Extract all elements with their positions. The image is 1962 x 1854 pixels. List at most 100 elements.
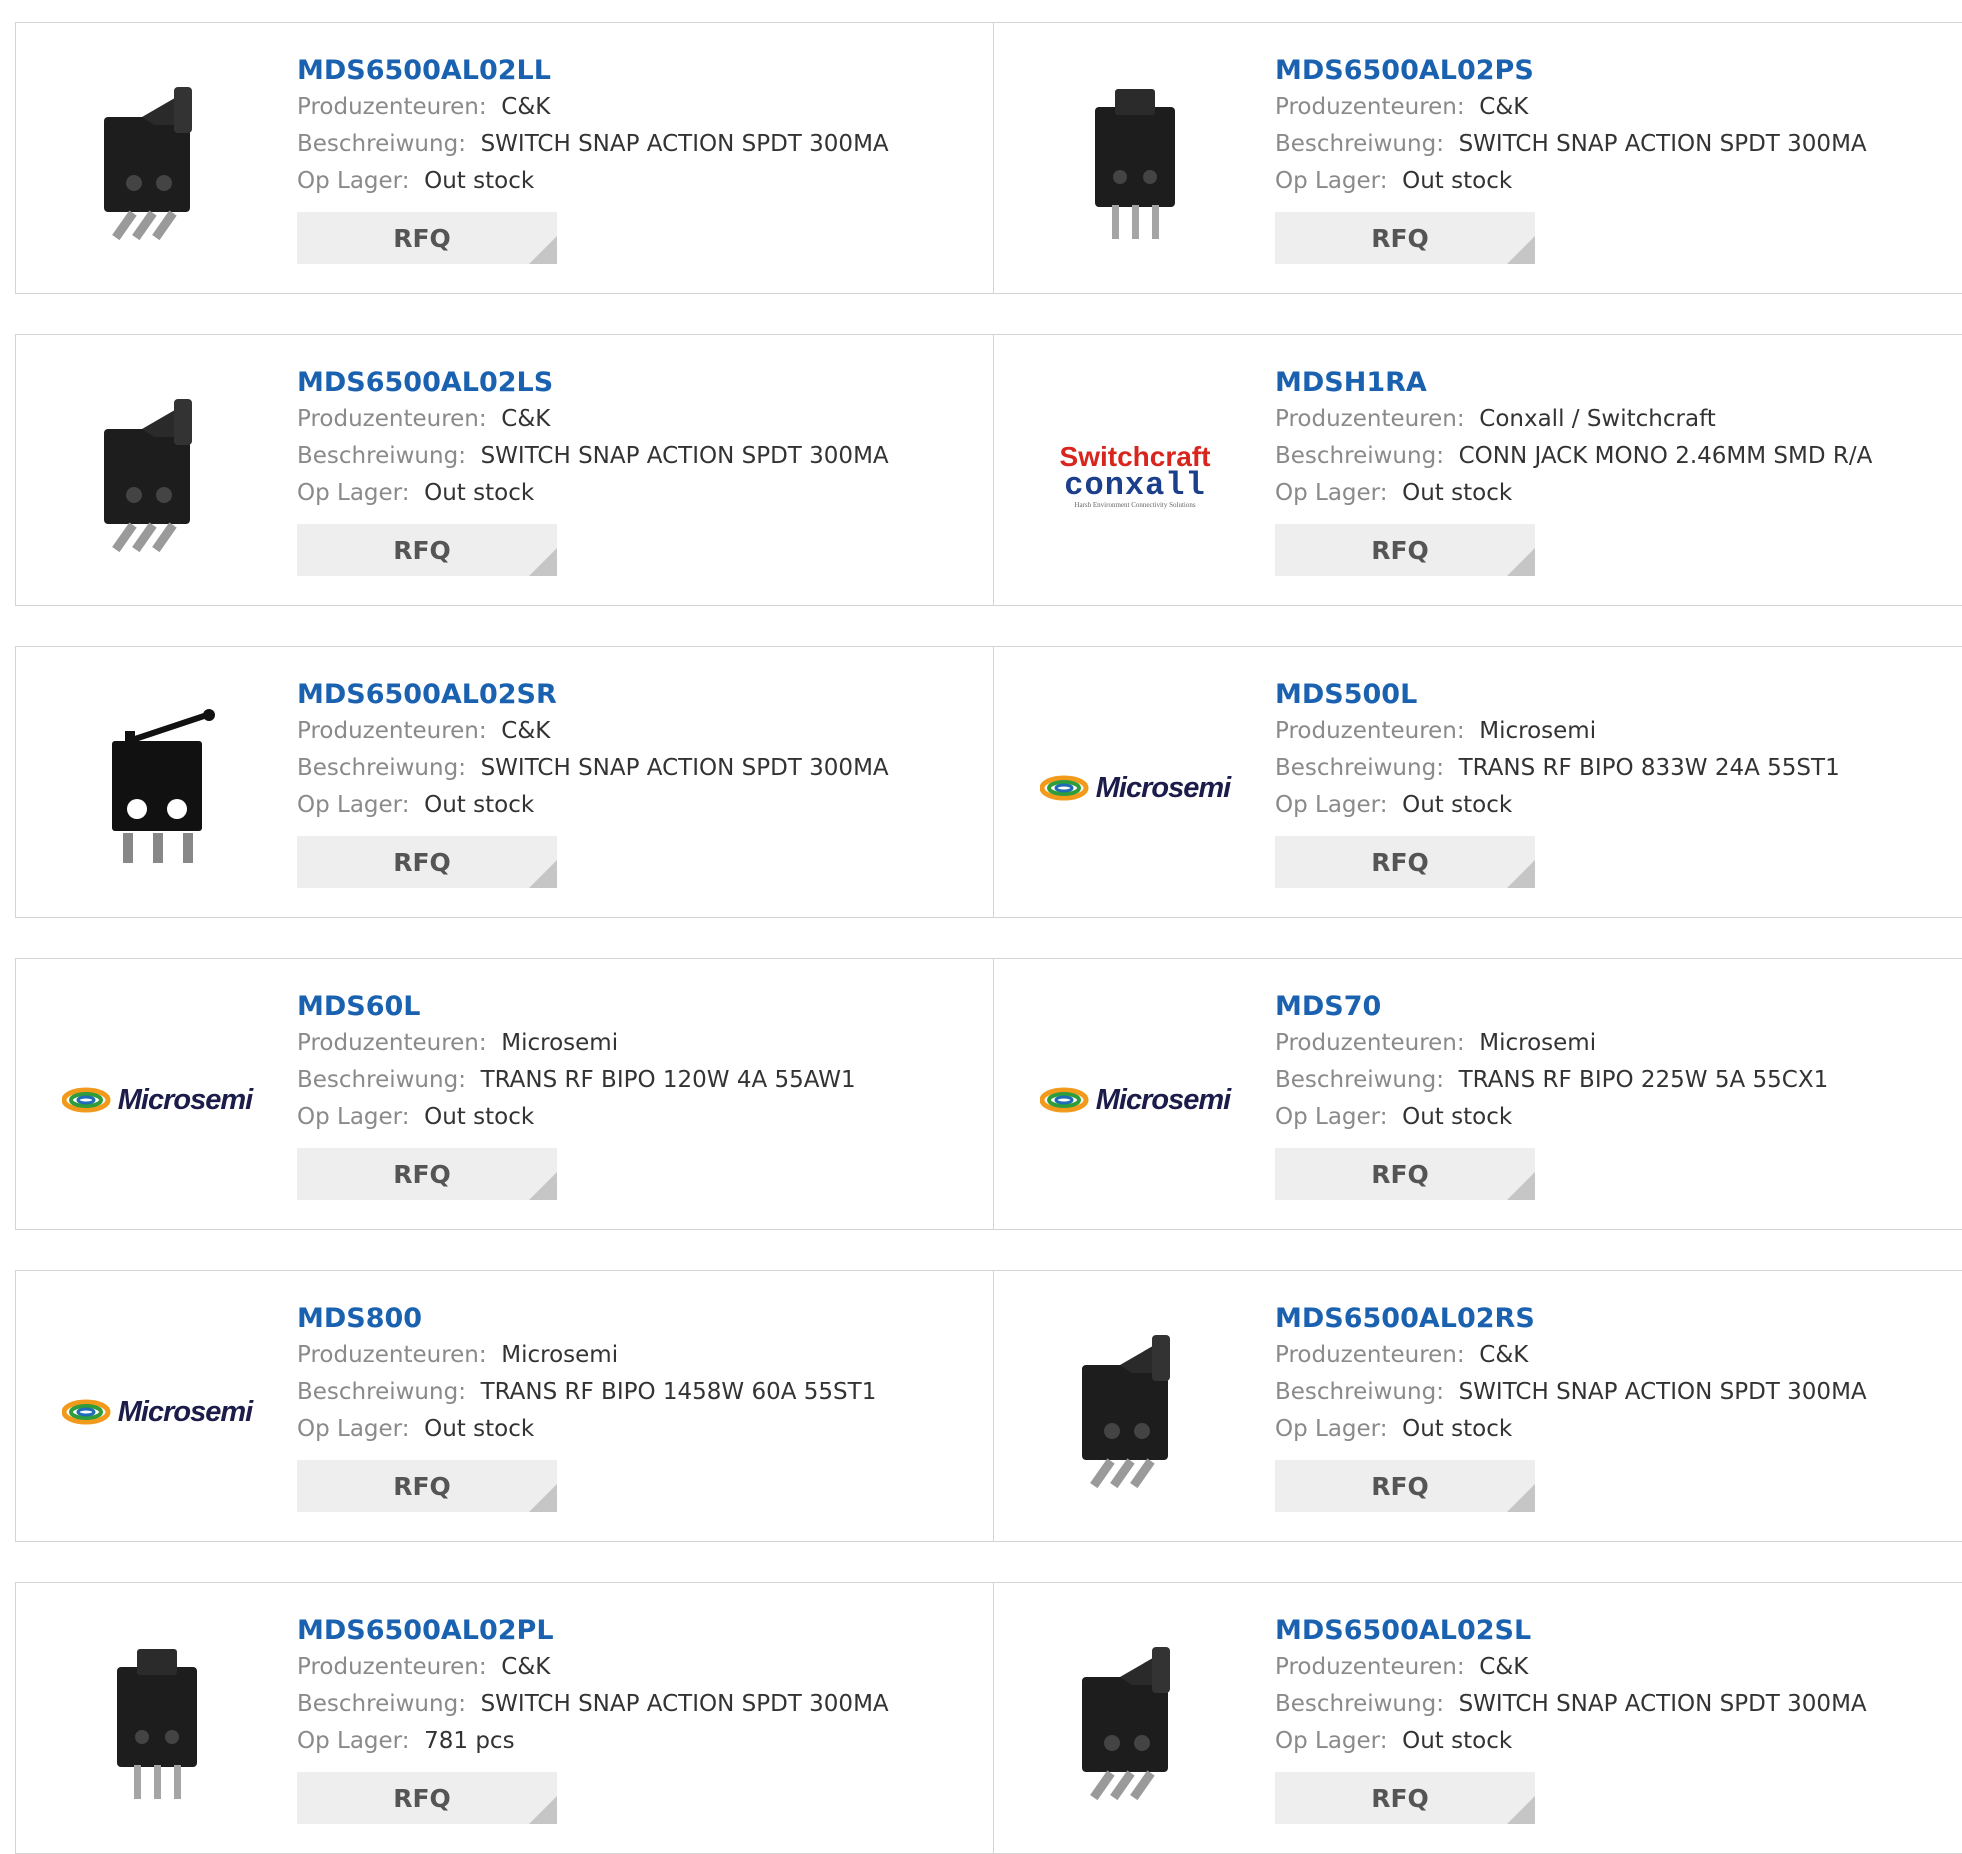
description-label: Beschreiwung: xyxy=(297,1067,466,1093)
manufacturer-value: Microsemi xyxy=(1479,1030,1597,1056)
product-image[interactable] xyxy=(1034,63,1236,265)
rfq-button[interactable]: RFQ xyxy=(297,1148,557,1200)
description-line: Beschreiwung: SWITCH SNAP ACTION SPDT 30… xyxy=(297,750,993,787)
product-info: MDSH1RA Produzenteuren: Conxall / Switch… xyxy=(1275,365,1962,576)
product-image[interactable] xyxy=(56,375,258,577)
product-image[interactable]: Switchcraft conxall Harsh Environment Co… xyxy=(1034,375,1236,577)
manufacturer-line: Produzenteuren: C&K xyxy=(297,713,993,750)
product-info: MDS6500AL02LL Produzenteuren: C&K Beschr… xyxy=(297,53,993,264)
switch-lever-icon xyxy=(1060,1637,1210,1811)
stock-line: Op Lager: Out stock xyxy=(1275,1723,1962,1760)
manufacturer-value: C&K xyxy=(501,406,551,432)
manufacturer-value: C&K xyxy=(1479,1654,1529,1680)
part-number-link[interactable]: MDS6500AL02SL xyxy=(1275,1613,1962,1649)
part-number-link[interactable]: MDSH1RA xyxy=(1275,365,1962,401)
product-image[interactable]: Microsemi xyxy=(1034,687,1236,889)
stock-line: Op Lager: Out stock xyxy=(297,787,993,824)
switch-lever-icon xyxy=(82,389,232,563)
product-image[interactable] xyxy=(56,687,258,889)
part-number-link[interactable]: MDS800 xyxy=(297,1301,993,1337)
product-image[interactable] xyxy=(1034,1311,1236,1513)
stock-label: Op Lager: xyxy=(297,792,410,818)
product-row: MDS6500AL02PL Produzenteuren: C&K Beschr… xyxy=(15,1582,1962,1854)
part-number-link[interactable]: MDS6500AL02RS xyxy=(1275,1301,1962,1337)
manufacturer-value: C&K xyxy=(1479,1342,1529,1368)
description-line: Beschreiwung: SWITCH SNAP ACTION SPDT 30… xyxy=(1275,126,1962,163)
product-card: Microsemi MDS500L Produzenteuren: Micros… xyxy=(994,647,1962,917)
rfq-button[interactable]: RFQ xyxy=(297,524,557,576)
rfq-corner-icon xyxy=(1507,1172,1535,1200)
product-info: MDS6500AL02LS Produzenteuren: C&K Beschr… xyxy=(297,365,993,576)
product-image[interactable] xyxy=(56,1623,258,1825)
rfq-button[interactable]: RFQ xyxy=(297,1460,557,1512)
product-info: MDS70 Produzenteuren: Microsemi Beschrei… xyxy=(1275,989,1962,1200)
rfq-corner-icon xyxy=(529,548,557,576)
manufacturer-label: Produzenteuren: xyxy=(1275,1030,1465,1056)
stock-label: Op Lager: xyxy=(1275,168,1388,194)
part-number-link[interactable]: MDS70 xyxy=(1275,989,1962,1025)
manufacturer-label: Produzenteuren: xyxy=(297,94,487,120)
part-number-link[interactable]: MDS6500AL02PS xyxy=(1275,53,1962,89)
manufacturer-label: Produzenteuren: xyxy=(1275,718,1465,744)
part-number-link[interactable]: MDS60L xyxy=(297,989,993,1025)
manufacturer-line: Produzenteuren: Microsemi xyxy=(1275,1025,1962,1062)
product-image[interactable]: Microsemi xyxy=(56,1311,258,1513)
stock-label: Op Lager: xyxy=(297,168,410,194)
description-line: Beschreiwung: SWITCH SNAP ACTION SPDT 30… xyxy=(1275,1374,1962,1411)
stock-value: Out stock xyxy=(424,480,535,506)
stock-value: Out stock xyxy=(1402,1728,1513,1754)
switchcraft-conxall-logo: Switchcraft conxall Harsh Environment Co… xyxy=(1060,443,1211,510)
stock-value: Out stock xyxy=(1402,792,1513,818)
manufacturer-value: Conxall / Switchcraft xyxy=(1479,406,1716,432)
rfq-button[interactable]: RFQ xyxy=(1275,212,1535,264)
product-info: MDS800 Produzenteuren: Microsemi Beschre… xyxy=(297,1301,993,1512)
product-image[interactable]: Microsemi xyxy=(56,999,258,1201)
product-info: MDS6500AL02PS Produzenteuren: C&K Beschr… xyxy=(1275,53,1962,264)
manufacturer-label: Produzenteuren: xyxy=(297,1654,487,1680)
manufacturer-label: Produzenteuren: xyxy=(1275,1654,1465,1680)
stock-label: Op Lager: xyxy=(1275,1728,1388,1754)
description-value: SWITCH SNAP ACTION SPDT 300MA xyxy=(1458,1691,1867,1717)
stock-line: Op Lager: Out stock xyxy=(1275,1411,1962,1448)
manufacturer-line: Produzenteuren: C&K xyxy=(1275,1649,1962,1686)
rfq-button[interactable]: RFQ xyxy=(1275,836,1535,888)
rfq-button[interactable]: RFQ xyxy=(297,836,557,888)
rfq-corner-icon xyxy=(529,1484,557,1512)
rfq-corner-icon xyxy=(529,1172,557,1200)
part-number-link[interactable]: MDS6500AL02LL xyxy=(297,53,993,89)
switch-roller-icon xyxy=(77,701,237,875)
stock-label: Op Lager: xyxy=(1275,792,1388,818)
part-number-link[interactable]: MDS6500AL02LS xyxy=(297,365,993,401)
manufacturer-line: Produzenteuren: C&K xyxy=(1275,89,1962,126)
description-line: Beschreiwung: CONN JACK MONO 2.46MM SMD … xyxy=(1275,438,1962,475)
description-label: Beschreiwung: xyxy=(297,1691,466,1717)
rfq-button[interactable]: RFQ xyxy=(1275,1460,1535,1512)
rfq-button[interactable]: RFQ xyxy=(1275,524,1535,576)
manufacturer-label: Produzenteuren: xyxy=(297,718,487,744)
description-value: TRANS RF BIPO 833W 24A 55ST1 xyxy=(1458,755,1840,781)
part-number-link[interactable]: MDS6500AL02PL xyxy=(297,1613,993,1649)
rfq-button[interactable]: RFQ xyxy=(1275,1772,1535,1824)
rfq-button[interactable]: RFQ xyxy=(1275,1148,1535,1200)
part-number-link[interactable]: MDS6500AL02SR xyxy=(297,677,993,713)
rfq-corner-icon xyxy=(529,236,557,264)
microsemi-logo-text: Microsemi xyxy=(117,1395,253,1428)
manufacturer-line: Produzenteuren: C&K xyxy=(297,1649,993,1686)
stock-value: Out stock xyxy=(424,168,535,194)
part-number-link[interactable]: MDS500L xyxy=(1275,677,1962,713)
product-image[interactable] xyxy=(56,63,258,265)
stock-label: Op Lager: xyxy=(297,1728,410,1754)
description-value: SWITCH SNAP ACTION SPDT 300MA xyxy=(1458,1379,1867,1405)
stock-value: Out stock xyxy=(1402,168,1513,194)
stock-label: Op Lager: xyxy=(297,1104,410,1130)
microsemi-logo-text: Microsemi xyxy=(117,1083,253,1116)
switch-pins-icon xyxy=(1060,77,1210,251)
product-row: MDS6500AL02LS Produzenteuren: C&K Beschr… xyxy=(15,334,1962,606)
product-image[interactable]: Microsemi xyxy=(1034,999,1236,1201)
product-image[interactable] xyxy=(1034,1623,1236,1825)
rfq-button-label: RFQ xyxy=(393,535,451,565)
rfq-button[interactable]: RFQ xyxy=(297,1772,557,1824)
manufacturer-value: C&K xyxy=(501,1654,551,1680)
rfq-button[interactable]: RFQ xyxy=(297,212,557,264)
switch-lever-icon xyxy=(82,77,232,251)
